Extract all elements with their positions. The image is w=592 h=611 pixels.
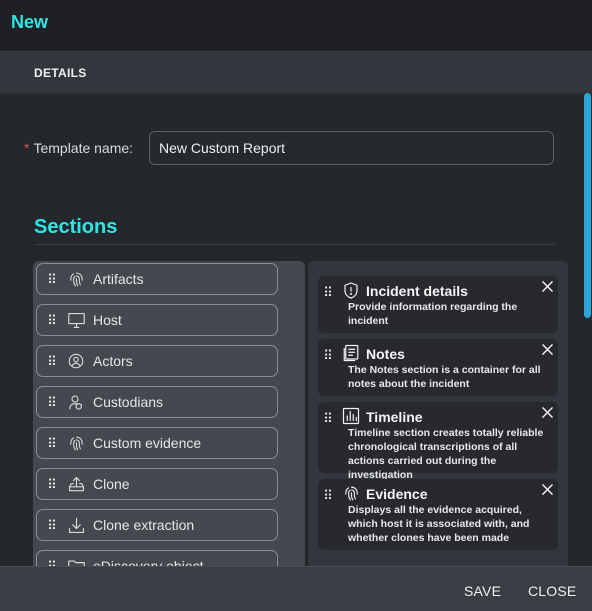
template-name-label: * Template name: — [24, 140, 133, 156]
sections-divider — [34, 244, 555, 245]
drag-handle-icon[interactable]: ⠿ — [43, 355, 61, 368]
drag-handle-icon[interactable]: ⠿ — [43, 273, 61, 286]
fingerprint-icon — [65, 271, 87, 288]
available-section-custodians[interactable]: ⠿ Custodians — [36, 386, 278, 418]
tab-details[interactable]: DETAILS — [34, 66, 87, 80]
fingerprint-icon — [65, 435, 87, 452]
selected-section-timeline[interactable]: ⠿ Timeline Timeline section creates tota… — [318, 402, 558, 481]
dialog-header: New — [0, 0, 592, 52]
scrollbar-thumb[interactable] — [584, 93, 591, 318]
available-section-clone-extraction[interactable]: ⠿ Clone extraction — [36, 509, 278, 541]
close-icon[interactable] — [540, 342, 554, 356]
available-section-clone[interactable]: ⠿ Clone — [36, 468, 278, 500]
selected-section-description: Timeline section creates totally reliabl… — [348, 427, 544, 481]
selected-section-incident-details[interactable]: ⠿ Incident details Provide information r… — [318, 276, 558, 333]
fingerprint-icon — [340, 482, 362, 504]
selected-section-name: Timeline — [366, 409, 423, 425]
available-section-artifacts[interactable]: ⠿ Artifacts — [36, 263, 278, 295]
drag-handle-icon[interactable]: ⠿ — [43, 519, 61, 532]
sections-title: Sections — [34, 216, 118, 238]
available-section-label: Custodians — [93, 394, 164, 410]
shield-alert-icon — [340, 279, 362, 301]
drag-handle-icon[interactable]: ⠿ — [322, 285, 334, 301]
save-button[interactable]: SAVE — [464, 583, 501, 599]
template-name-input[interactable] — [149, 131, 554, 165]
selected-section-name: Notes — [366, 346, 405, 362]
available-section-label: Artifacts — [93, 271, 144, 287]
drag-handle-icon[interactable]: ⠿ — [322, 348, 334, 364]
drag-handle-icon[interactable]: ⠿ — [43, 314, 61, 327]
selected-sections-panel: ⠿ Incident details Provide information r… — [308, 261, 568, 571]
close-icon[interactable] — [540, 482, 554, 496]
notes-icon — [340, 342, 362, 364]
available-section-label: Clone extraction — [93, 517, 195, 533]
download-icon — [65, 517, 87, 534]
upload-tray-icon — [65, 476, 87, 493]
required-marker: * — [24, 140, 30, 156]
template-name-label-text: Template name: — [33, 140, 134, 156]
available-section-custom-evidence[interactable]: ⠿ Custom evidence — [36, 427, 278, 459]
selected-section-name: Evidence — [366, 486, 428, 502]
selected-section-description: The Notes section is a container for all… — [348, 364, 541, 390]
available-section-host[interactable]: ⠿ Host — [36, 304, 278, 336]
actor-icon — [65, 352, 87, 370]
custodian-icon — [65, 393, 87, 411]
selected-section-evidence[interactable]: ⠿ Evidence Displays all the evidence acq… — [318, 479, 558, 550]
dialog-footer: SAVE CLOSE — [0, 566, 592, 611]
close-button[interactable]: CLOSE — [528, 583, 576, 599]
drag-handle-icon[interactable]: ⠿ — [322, 488, 334, 504]
available-section-label: Clone — [93, 476, 130, 492]
drag-handle-icon[interactable]: ⠿ — [43, 437, 61, 450]
drag-handle-icon[interactable]: ⠿ — [322, 411, 334, 427]
tab-bar: DETAILS — [0, 52, 592, 94]
monitor-icon — [65, 312, 87, 329]
selected-section-name: Incident details — [366, 283, 468, 299]
drag-handle-icon[interactable]: ⠿ — [43, 396, 61, 409]
close-icon[interactable] — [540, 279, 554, 293]
selected-section-notes[interactable]: ⠿ Notes The Notes section is a container… — [318, 339, 558, 396]
available-sections-panel: ⠿ Artifacts ⠿ Host ⠿ Actors ⠿ Custodians… — [33, 261, 305, 571]
dialog-title: New — [11, 12, 49, 32]
available-section-label: Custom evidence — [93, 435, 202, 451]
available-section-actors[interactable]: ⠿ Actors — [36, 345, 278, 377]
bar-chart-icon — [340, 405, 362, 427]
selected-section-description: Displays all the evidence acquired, whic… — [348, 504, 530, 544]
drag-handle-icon[interactable]: ⠿ — [43, 478, 61, 491]
selected-section-description: Provide information regarding the incide… — [348, 301, 518, 327]
close-icon[interactable] — [540, 405, 554, 419]
available-section-label: Host — [93, 312, 122, 328]
available-section-label: Actors — [93, 353, 133, 369]
